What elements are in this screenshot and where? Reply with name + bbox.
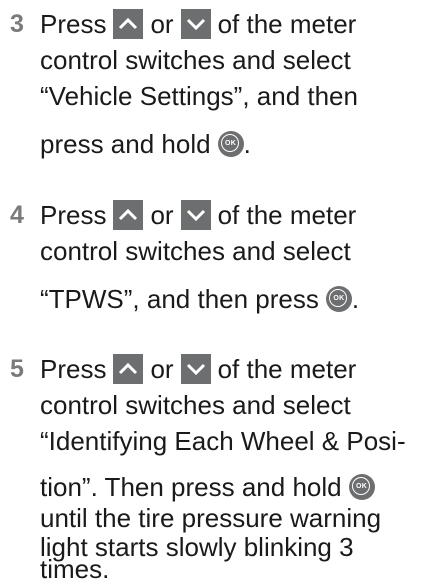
up-arrow-key-icon: [113, 354, 144, 384]
step-text: “TPWS”, and then press: [40, 284, 319, 314]
down-arrow-key-icon: [180, 354, 211, 384]
step-line: control switches and select: [40, 236, 351, 266]
ok-button-icon: OK: [348, 474, 375, 500]
up-arrow-key-icon: [113, 200, 144, 230]
ok-button-icon: OK: [325, 286, 352, 312]
step-line: Press or of the meter: [40, 197, 356, 233]
ok-button-icon: OK: [217, 131, 244, 157]
step-line: “Vehicle Settings”, and then: [40, 81, 358, 111]
step-text: of the meter: [217, 354, 357, 384]
step-line: press and hold OK .: [40, 126, 251, 162]
down-arrow-key-icon: [180, 9, 211, 39]
down-arrow-key-icon: [180, 200, 211, 230]
step-line: times.: [40, 554, 110, 584]
step-line: “Identifying Each Wheel & Posi-: [40, 426, 406, 456]
step-text: or: [150, 200, 174, 230]
step-line: control switches and select: [40, 390, 351, 420]
step-number: 5: [10, 355, 24, 383]
instruction-page: 3 Press or of the meter control switches…: [0, 0, 425, 582]
step-text: .: [351, 284, 360, 314]
step-line: Press or of the meter: [40, 351, 356, 387]
step-text: Press: [40, 9, 107, 39]
step-text: .: [243, 129, 251, 159]
step-number: 3: [10, 10, 24, 38]
step-line: Press or of the meter: [40, 6, 356, 42]
step-text: of the meter: [217, 9, 357, 39]
up-arrow-key-icon: [113, 9, 144, 39]
step-line: control switches and select: [40, 45, 351, 75]
step-line: “TPWS”, and then press OK .: [40, 281, 359, 317]
step-text: of the meter: [217, 200, 357, 230]
step-text: press and hold: [40, 129, 211, 159]
step-text: Press: [40, 354, 107, 384]
step-text: Press: [40, 200, 107, 230]
step-text: or: [150, 354, 174, 384]
step-text: or: [150, 9, 174, 39]
step-number: 4: [10, 201, 24, 229]
